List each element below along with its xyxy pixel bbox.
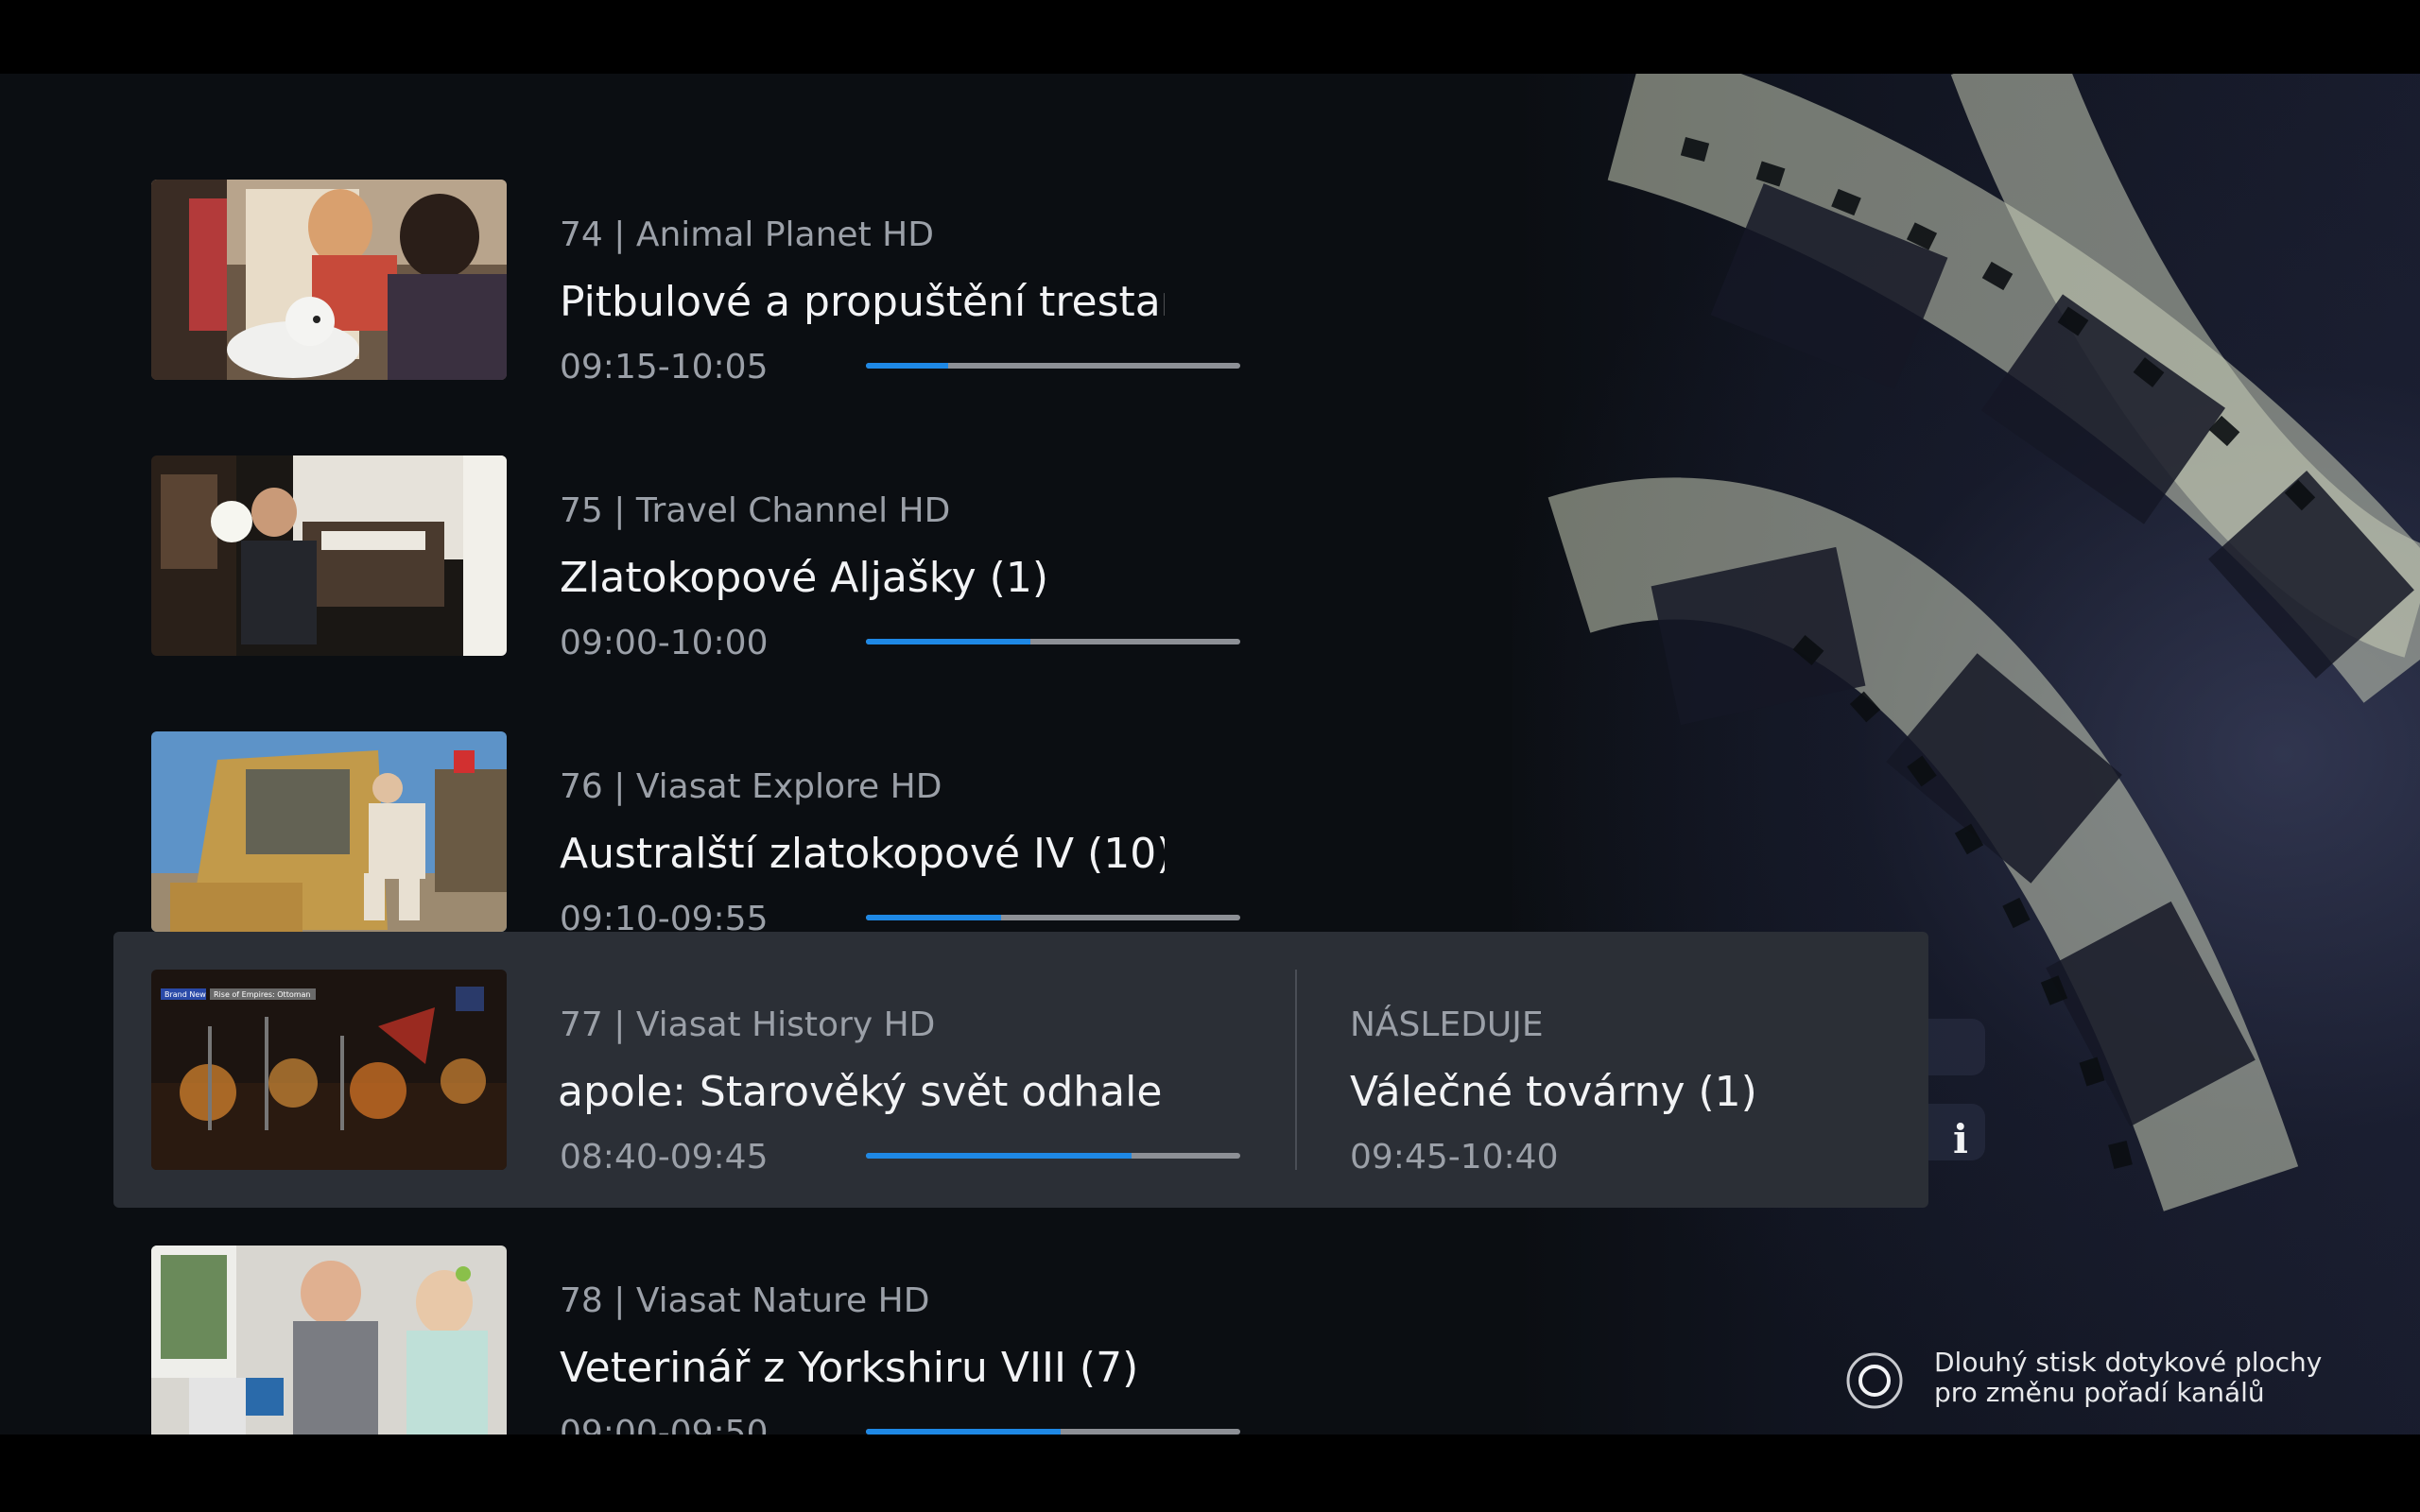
hint-text: Dlouhý stisk dotykové plochy pro změnu p…	[1934, 1348, 2322, 1408]
channel-name: 76 | Viasat Explore HD	[560, 767, 942, 806]
program-title: Veterinář z Yorkshiru VIII (7)	[560, 1344, 1139, 1392]
program-thumbnail	[151, 731, 507, 932]
progress-fill	[866, 1153, 1132, 1159]
thumb-banner-label: Brand New	[164, 990, 206, 999]
progress-fill	[866, 915, 1001, 920]
channel-row[interactable]: 74 | Animal Planet HD Pitbulové a propuš…	[113, 142, 1928, 418]
program-thumbnail	[151, 1246, 507, 1435]
hint-line-2: pro změnu pořadí kanálů	[1934, 1377, 2265, 1408]
channel-row[interactable]: 76 | Viasat Explore HD Australští zlatok…	[113, 694, 1928, 970]
program-progress-bar	[866, 1429, 1240, 1435]
info-icon[interactable]: i	[1945, 1117, 1976, 1162]
progress-fill	[866, 1429, 1061, 1435]
progress-fill	[866, 639, 1031, 644]
program-title: Pitbulové a propuštění trestanc	[560, 278, 1165, 326]
program-progress-bar	[866, 363, 1240, 369]
program-time: 09:00-10:00	[560, 624, 769, 662]
program-time: 09:00-09:50	[560, 1414, 769, 1435]
program-title: apole: Starověký svět odhalen	[558, 1068, 1163, 1116]
channel-row[interactable]: 78 | Viasat Nature HD Veterinář z Yorksh…	[113, 1208, 1928, 1435]
next-program-time: 09:45-10:40	[1350, 1138, 1559, 1177]
reorder-hint: Dlouhý stisk dotykové plochy pro změnu p…	[1845, 1346, 2375, 1418]
program-title: Australští zlatokopové IV (10)	[560, 830, 1165, 878]
program-time: 09:15-10:05	[560, 348, 769, 387]
program-thumbnail	[151, 455, 507, 656]
program-time: 08:40-09:45	[560, 1138, 769, 1177]
tv-screen: 74 | Animal Planet HD Pitbulové a propuš…	[0, 0, 2420, 1512]
program-progress-bar	[866, 915, 1240, 920]
channel-list-view: 74 | Animal Planet HD Pitbulové a propuš…	[0, 74, 2420, 1435]
channel-name: 74 | Animal Planet HD	[560, 215, 934, 254]
channel-name: 78 | Viasat Nature HD	[560, 1281, 930, 1320]
program-progress-bar	[866, 1153, 1240, 1159]
next-divider	[1295, 970, 1297, 1170]
channel-row[interactable]: 75 | Travel Channel HD Zlatokopové Aljaš…	[113, 418, 1928, 694]
next-label: NÁSLEDUJE	[1350, 1005, 1544, 1044]
program-thumbnail	[151, 180, 507, 380]
hint-line-1: Dlouhý stisk dotykové plochy	[1934, 1347, 2323, 1378]
touchpad-circle-icon	[1846, 1352, 1903, 1409]
program-title: Zlatokopové Aljašky (1)	[560, 554, 1048, 602]
program-progress-bar	[866, 639, 1240, 644]
channel-row-selected[interactable]: Brand New Rise of Empires: Ottoman 77 | …	[113, 932, 1928, 1208]
channel-name: 75 | Travel Channel HD	[560, 491, 951, 530]
channel-name: 77 | Viasat History HD	[560, 1005, 936, 1044]
next-program-title: Válečné továrny (1)	[1350, 1068, 1757, 1116]
program-thumbnail: Brand New Rise of Empires: Ottoman	[151, 970, 507, 1170]
progress-fill	[866, 363, 949, 369]
thumb-banner-sublabel: Rise of Empires: Ottoman	[214, 990, 311, 999]
